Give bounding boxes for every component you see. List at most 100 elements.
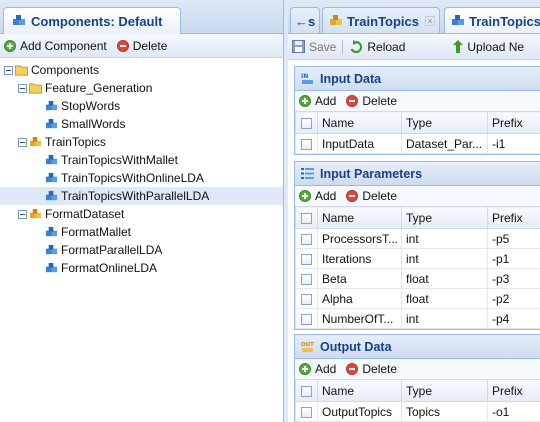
input-parameters-section: Input Parameters Add Delete Name Type Pr… — [294, 161, 540, 330]
row-checkbox[interactable] — [295, 288, 318, 309]
add-label: Add — [315, 94, 337, 108]
toolbar-separator — [342, 39, 344, 54]
tree-node[interactable]: FormatMallet — [0, 223, 283, 241]
row-checkbox[interactable] — [295, 248, 318, 269]
tree-node-label: SmallWords — [61, 117, 126, 131]
table-row[interactable]: ProcessorsT... int -p5 — [295, 228, 540, 249]
cell-name: OutputTopics — [317, 401, 402, 422]
tree-node-label: TrainTopicsWithOnlineLDA — [61, 171, 204, 185]
cell-type: float — [401, 288, 488, 309]
tree-node[interactable]: TrainTopicsWithOnlineLDA — [0, 169, 283, 187]
col-prefix[interactable]: Prefix — [487, 379, 540, 402]
collapse-toggle-icon[interactable] — [18, 83, 27, 93]
output-data-delete-button[interactable]: Delete — [346, 362, 397, 376]
tab-components-default[interactable]: Components: Default — [3, 7, 181, 34]
collapse-toggle-icon[interactable] — [18, 209, 27, 219]
tree-node[interactable]: FormatOnlineLDA — [0, 259, 283, 277]
select-all-checkbox[interactable] — [295, 206, 318, 229]
table-row[interactable]: Beta float -p3 — [295, 268, 540, 289]
add-icon — [299, 363, 311, 375]
table-row[interactable]: NumberOfT... int -p4 — [295, 308, 540, 329]
tree-node-label: FormatParallelLDA — [61, 243, 163, 257]
output-data-table: Name Type Prefix OutputTopics Topics -o1 — [295, 379, 540, 422]
tree-node[interactable]: Feature_Generation — [0, 79, 283, 97]
col-type[interactable]: Type — [401, 111, 488, 134]
cell-type: int — [401, 228, 488, 249]
input-data-toolbar: Add Delete — [295, 91, 540, 111]
reload-icon — [350, 39, 363, 53]
delete-component-button[interactable]: Delete — [116, 38, 168, 53]
input-data-title: Input Data — [320, 71, 382, 86]
table-row[interactable]: Alpha float -p2 — [295, 288, 540, 309]
close-tab-icon[interactable]: × — [425, 16, 435, 26]
cell-prefix: -p5 — [487, 228, 540, 249]
add-icon — [299, 190, 311, 202]
table-row[interactable]: Iterations int -p1 — [295, 248, 540, 269]
tree-node-label: FormatOnlineLDA — [61, 261, 158, 275]
upload-button[interactable]: Upload Ne — [453, 40, 524, 54]
delete-component-label: Delete — [132, 38, 168, 53]
cell-prefix: -p1 — [487, 248, 540, 269]
cell-name: NumberOfT... — [317, 308, 402, 329]
tree-node[interactable]: TrainTopics — [0, 133, 283, 151]
cell-type: Topics — [401, 401, 488, 422]
tree-node[interactable]: Components — [0, 61, 283, 79]
tab-scroll-left[interactable]: ←s — [290, 7, 320, 33]
row-checkbox[interactable] — [295, 401, 318, 422]
tab-traintopics[interactable]: TrainTopics × — [322, 7, 440, 33]
add-component-button[interactable]: Add Component — [4, 39, 107, 53]
tree-node-label: Feature_Generation — [45, 81, 153, 95]
row-checkbox[interactable] — [295, 268, 318, 289]
input-data-header[interactable]: IN Input Data — [295, 67, 540, 91]
output-data-add-button[interactable]: Add — [299, 362, 336, 376]
component-icon — [452, 15, 464, 25]
reload-label: Reload — [367, 39, 406, 54]
input-data-delete-button[interactable]: Delete — [346, 94, 397, 108]
input-parameters-table: Name Type Prefix ProcessorsT... int -p5 … — [295, 206, 540, 329]
svg-text:OUT: OUT — [301, 342, 314, 348]
delete-label: Delete — [362, 94, 398, 108]
col-name[interactable]: Name — [317, 379, 402, 402]
tree-node-label: FormatDataset — [45, 207, 125, 221]
table-row[interactable]: InputData Dataset_Par... -i1 — [295, 133, 540, 154]
row-checkbox[interactable] — [295, 133, 318, 154]
input-data-add-button[interactable]: Add — [299, 94, 336, 108]
output-data-header[interactable]: OUT Output Data — [295, 335, 540, 359]
tree-node[interactable]: StopWords — [0, 97, 283, 115]
tree-node[interactable]: SmallWords — [0, 115, 283, 133]
col-name[interactable]: Name — [317, 206, 402, 229]
component-icon — [45, 100, 58, 113]
col-prefix[interactable]: Prefix — [487, 206, 540, 229]
add-label: Add — [315, 362, 337, 376]
component-icon — [45, 172, 58, 185]
input-parameters-add-button[interactable]: Add — [299, 189, 336, 203]
left-tab-bar: Components: Default — [0, 0, 283, 34]
row-checkbox[interactable] — [295, 228, 318, 249]
input-parameters-delete-button[interactable]: Delete — [346, 189, 397, 203]
select-all-checkbox[interactable] — [295, 379, 318, 402]
upload-label: Upload Ne — [467, 39, 525, 54]
collapse-toggle-icon[interactable] — [18, 137, 27, 147]
svg-text:IN: IN — [301, 73, 308, 80]
add-icon — [299, 95, 311, 107]
tree-node[interactable]: FormatParallelLDA — [0, 241, 283, 259]
tree-node[interactable]: FormatDataset — [0, 205, 283, 223]
col-prefix[interactable]: Prefix — [487, 111, 540, 134]
tree-node[interactable]: TrainTopicsWithParallelLDA — [0, 187, 283, 205]
collapse-toggle-icon[interactable] — [4, 65, 13, 75]
output-data-title: Output Data — [320, 339, 392, 354]
table-row[interactable]: OutputTopics Topics -o1 — [295, 401, 540, 422]
input-parameters-header[interactable]: Input Parameters — [295, 162, 540, 186]
editor-panel: ←s TrainTopics × TrainTopics Save Reload… — [288, 0, 540, 422]
col-type[interactable]: Type — [401, 206, 488, 229]
tab-traintopics-active[interactable]: TrainTopics — [444, 7, 540, 33]
tab-traintopics-label: TrainTopics — [347, 13, 419, 29]
save-button[interactable]: Save — [292, 40, 336, 54]
add-component-label: Add Component — [20, 38, 107, 53]
reload-button[interactable]: Reload — [349, 39, 406, 54]
col-type[interactable]: Type — [401, 379, 488, 402]
row-checkbox[interactable] — [295, 308, 318, 329]
select-all-checkbox[interactable] — [295, 111, 318, 134]
col-name[interactable]: Name — [317, 111, 402, 134]
tree-node[interactable]: TrainTopicsWithMallet — [0, 151, 283, 169]
